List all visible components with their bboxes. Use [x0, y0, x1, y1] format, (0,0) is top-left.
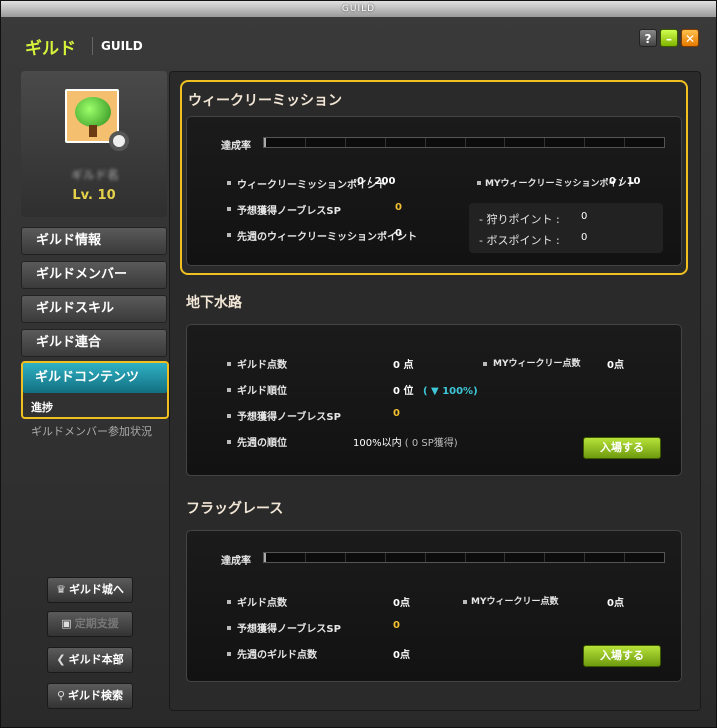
bullet	[483, 362, 487, 366]
underground-sp-value: 0	[393, 408, 400, 419]
sidebar-subitem-participation[interactable]: ギルドメンバー参加状況	[31, 423, 152, 439]
regular-support-label: 定期支援	[74, 617, 119, 630]
search-icon: ⚲	[56, 689, 66, 702]
underground-score-value: 0 点	[393, 360, 414, 371]
regular-support-button[interactable]: ▣ 定期支援	[47, 611, 133, 637]
bullet	[227, 600, 231, 604]
my-weekly-point-value: 0 / 10	[609, 176, 641, 187]
sidebar: ギルド名 Lv. 10 ギルド情報 ギルドメンバー ギルドスキル ギルド連合 ギ…	[21, 71, 169, 709]
underground-my-score-label: MYウィークリー点数	[493, 359, 581, 369]
bullet	[227, 181, 231, 185]
weekly-sp-value: 0	[395, 202, 402, 213]
bullet	[227, 233, 231, 237]
weekly-point-value: 0 / 200	[357, 176, 396, 187]
tree-icon	[75, 97, 111, 127]
guild-level: Lv. 10	[72, 188, 116, 203]
bullet	[227, 440, 231, 444]
flag-sp-value: 0	[393, 620, 400, 631]
guild-castle-label: ギルド城へ	[68, 583, 124, 596]
underground-title: 地下水路	[186, 295, 242, 311]
bullet	[463, 600, 467, 604]
flag-score-label: ギルド点数	[237, 598, 287, 609]
underground-rank-value: 0 位 ( ▼ 100%)	[393, 386, 478, 397]
flag-my-score-value: 0点	[607, 598, 624, 609]
weekly-mission-title: ウィークリーミッション	[188, 93, 342, 109]
crown-icon: ♛	[56, 583, 66, 596]
window-title-en: GUILD	[101, 39, 143, 53]
flag-progress-bar	[263, 552, 665, 563]
title-divider	[92, 37, 93, 55]
bullet	[477, 181, 481, 185]
flag-my-score-label: MYウィークリー点数	[471, 597, 559, 607]
bullet	[227, 362, 231, 366]
boss-point-label: - ボスポイント :	[479, 234, 560, 247]
underground-panel: ギルド点数 0 点 MYウィークリー点数 0点 ギルド順位 0 位 ( ▼ 10…	[186, 324, 682, 476]
underground-score-label: ギルド点数	[237, 360, 287, 371]
bullet	[227, 626, 231, 630]
sidebar-item-guild-members[interactable]: ギルドメンバー	[21, 261, 167, 289]
flag-last-score-value: 0点	[393, 650, 410, 661]
guild-profile: ギルド名 Lv. 10	[21, 71, 167, 217]
window-titlebar[interactable]: GUILD	[1, 1, 716, 17]
guild-castle-button[interactable]: ♛ ギルド城へ	[47, 577, 133, 603]
guild-search-button[interactable]: ⚲ ギルド検索	[47, 683, 133, 709]
flag-last-score-label: 先週のギルド点数	[237, 650, 317, 661]
weekly-mission-panel: 達成率 ウィークリーミッションポイント 0 / 200 MYウィークリーミッショ…	[186, 116, 682, 266]
guild-hq-label: ギルド本部	[68, 653, 124, 666]
main-content: ウィークリーミッション 達成率 ウィークリーミッションポイント 0 / 200 …	[169, 71, 701, 711]
last-week-point-value: 0	[395, 228, 402, 239]
back-arrow-icon: ❮	[56, 653, 66, 666]
weekly-progress-bar	[263, 137, 665, 148]
sidebar-item-guild-skill[interactable]: ギルドスキル	[21, 295, 167, 323]
support-icon: ▣	[61, 617, 72, 630]
sidebar-item-guild-info[interactable]: ギルド情報	[21, 227, 167, 255]
rank-percent: ( ▼ 100%)	[422, 386, 478, 397]
underground-last-rank-value: 100%以内 ( 0 SP獲得)	[353, 438, 458, 449]
minimize-icon[interactable]: –	[660, 29, 678, 47]
underground-enter-button[interactable]: 入場する	[583, 437, 661, 459]
window-header: ギルド GUILD ? – ✕	[1, 17, 716, 71]
sidebar-item-guild-contents[interactable]: ギルドコンテンツ	[23, 363, 167, 393]
flag-sp-label: 予想獲得ノーブレスSP	[237, 624, 341, 635]
underground-sp-label: 予想獲得ノーブレスSP	[237, 412, 341, 423]
hunt-point-value: 0	[581, 211, 588, 222]
flag-score-value: 0点	[393, 598, 410, 609]
bullet	[227, 207, 231, 211]
window-title-jp: ギルド	[25, 39, 76, 59]
sidebar-item-guild-alliance[interactable]: ギルド連合	[21, 329, 167, 357]
flag-progress-label: 達成率	[221, 556, 251, 567]
sidebar-subitem-progress[interactable]: 進捗	[31, 399, 53, 415]
bullet	[227, 414, 231, 418]
weekly-mission-section: ウィークリーミッション 達成率 ウィークリーミッションポイント 0 / 200 …	[180, 80, 688, 275]
last-week-point-label: 先週のウィークリーミッションポイント	[237, 232, 417, 243]
underground-last-rank-label: 先週の順位	[237, 438, 287, 449]
sidebar-contents-group: ギルドコンテンツ 進捗	[21, 361, 169, 419]
close-icon[interactable]: ✕	[681, 29, 699, 47]
gear-icon[interactable]	[109, 131, 129, 151]
hunt-point-label: - 狩りポイント :	[479, 213, 560, 226]
weekly-point-breakdown: - 狩りポイント : 0 - ボスポイント : 0	[469, 203, 663, 253]
flag-race-panel: 達成率 ギルド点数 0点 MYウィークリー点数 0点 予想獲得ノーブレスSP 0…	[186, 530, 682, 682]
flag-race-title: フラッグレース	[186, 501, 284, 517]
bullet	[227, 652, 231, 656]
flag-race-enter-button[interactable]: 入場する	[583, 645, 661, 667]
underground-rank-label: ギルド順位	[237, 386, 287, 397]
guild-name: ギルド名	[70, 168, 119, 182]
weekly-sp-label: 予想獲得ノーブレスSP	[237, 206, 341, 217]
down-arrow-icon: ▼	[431, 386, 439, 397]
bullet	[227, 388, 231, 392]
tree-trunk	[89, 125, 97, 137]
guild-window: GUILD ギルド GUILD ? – ✕ ギルド名 Lv. 10 ギルド情報 …	[0, 0, 717, 728]
underground-my-score-value: 0点	[607, 360, 624, 371]
boss-point-value: 0	[581, 232, 588, 243]
help-icon[interactable]: ?	[639, 29, 657, 47]
guild-search-label: ギルド検索	[68, 689, 124, 702]
weekly-progress-label: 達成率	[221, 141, 251, 152]
guild-hq-button[interactable]: ❮ ギルド本部	[47, 647, 133, 673]
